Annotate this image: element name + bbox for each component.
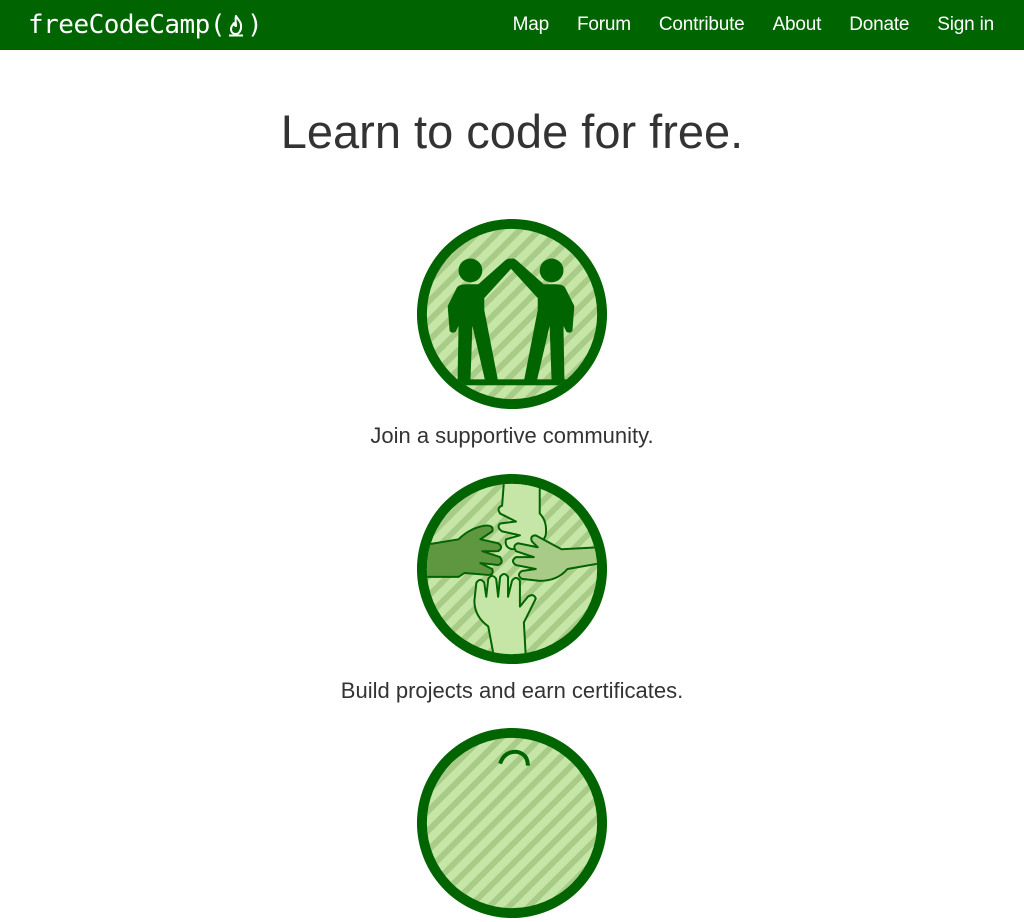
feature-projects-caption: Build projects and earn certificates. [340, 678, 684, 703]
feature-partial [0, 724, 1024, 922]
nav-link-donate[interactable]: Donate [849, 14, 909, 36]
nav-links: Map Forum Contribute About Donate Sign i… [485, 0, 995, 50]
nav-link-about[interactable]: About [773, 14, 822, 36]
nav-link-contribute[interactable]: Contribute [659, 14, 745, 36]
partially-visible-icon [416, 727, 608, 919]
logo-text-start: freeCodeCamp( [28, 10, 226, 40]
freecodecamp-logo[interactable]: freeCodeCamp( ) [28, 6, 263, 44]
feature-projects: Build projects and earn certificates. [0, 470, 1024, 704]
top-navbar: freeCodeCamp( ) Map Forum Contribute Abo… [0, 0, 1024, 50]
nav-link-forum[interactable]: Forum [577, 14, 631, 36]
nav-link-sign-in[interactable]: Sign in [937, 14, 994, 36]
nav-link-map[interactable]: Map [513, 14, 550, 36]
page-headline: Learn to code for free. [280, 105, 744, 158]
feature-community: Join a supportive community. [0, 215, 1024, 449]
hands-together-icon [416, 473, 608, 665]
logo-text-end: ) [247, 10, 263, 40]
flame-icon [229, 15, 243, 37]
feature-community-caption: Join a supportive community. [370, 423, 654, 448]
high-five-icon [416, 218, 608, 410]
